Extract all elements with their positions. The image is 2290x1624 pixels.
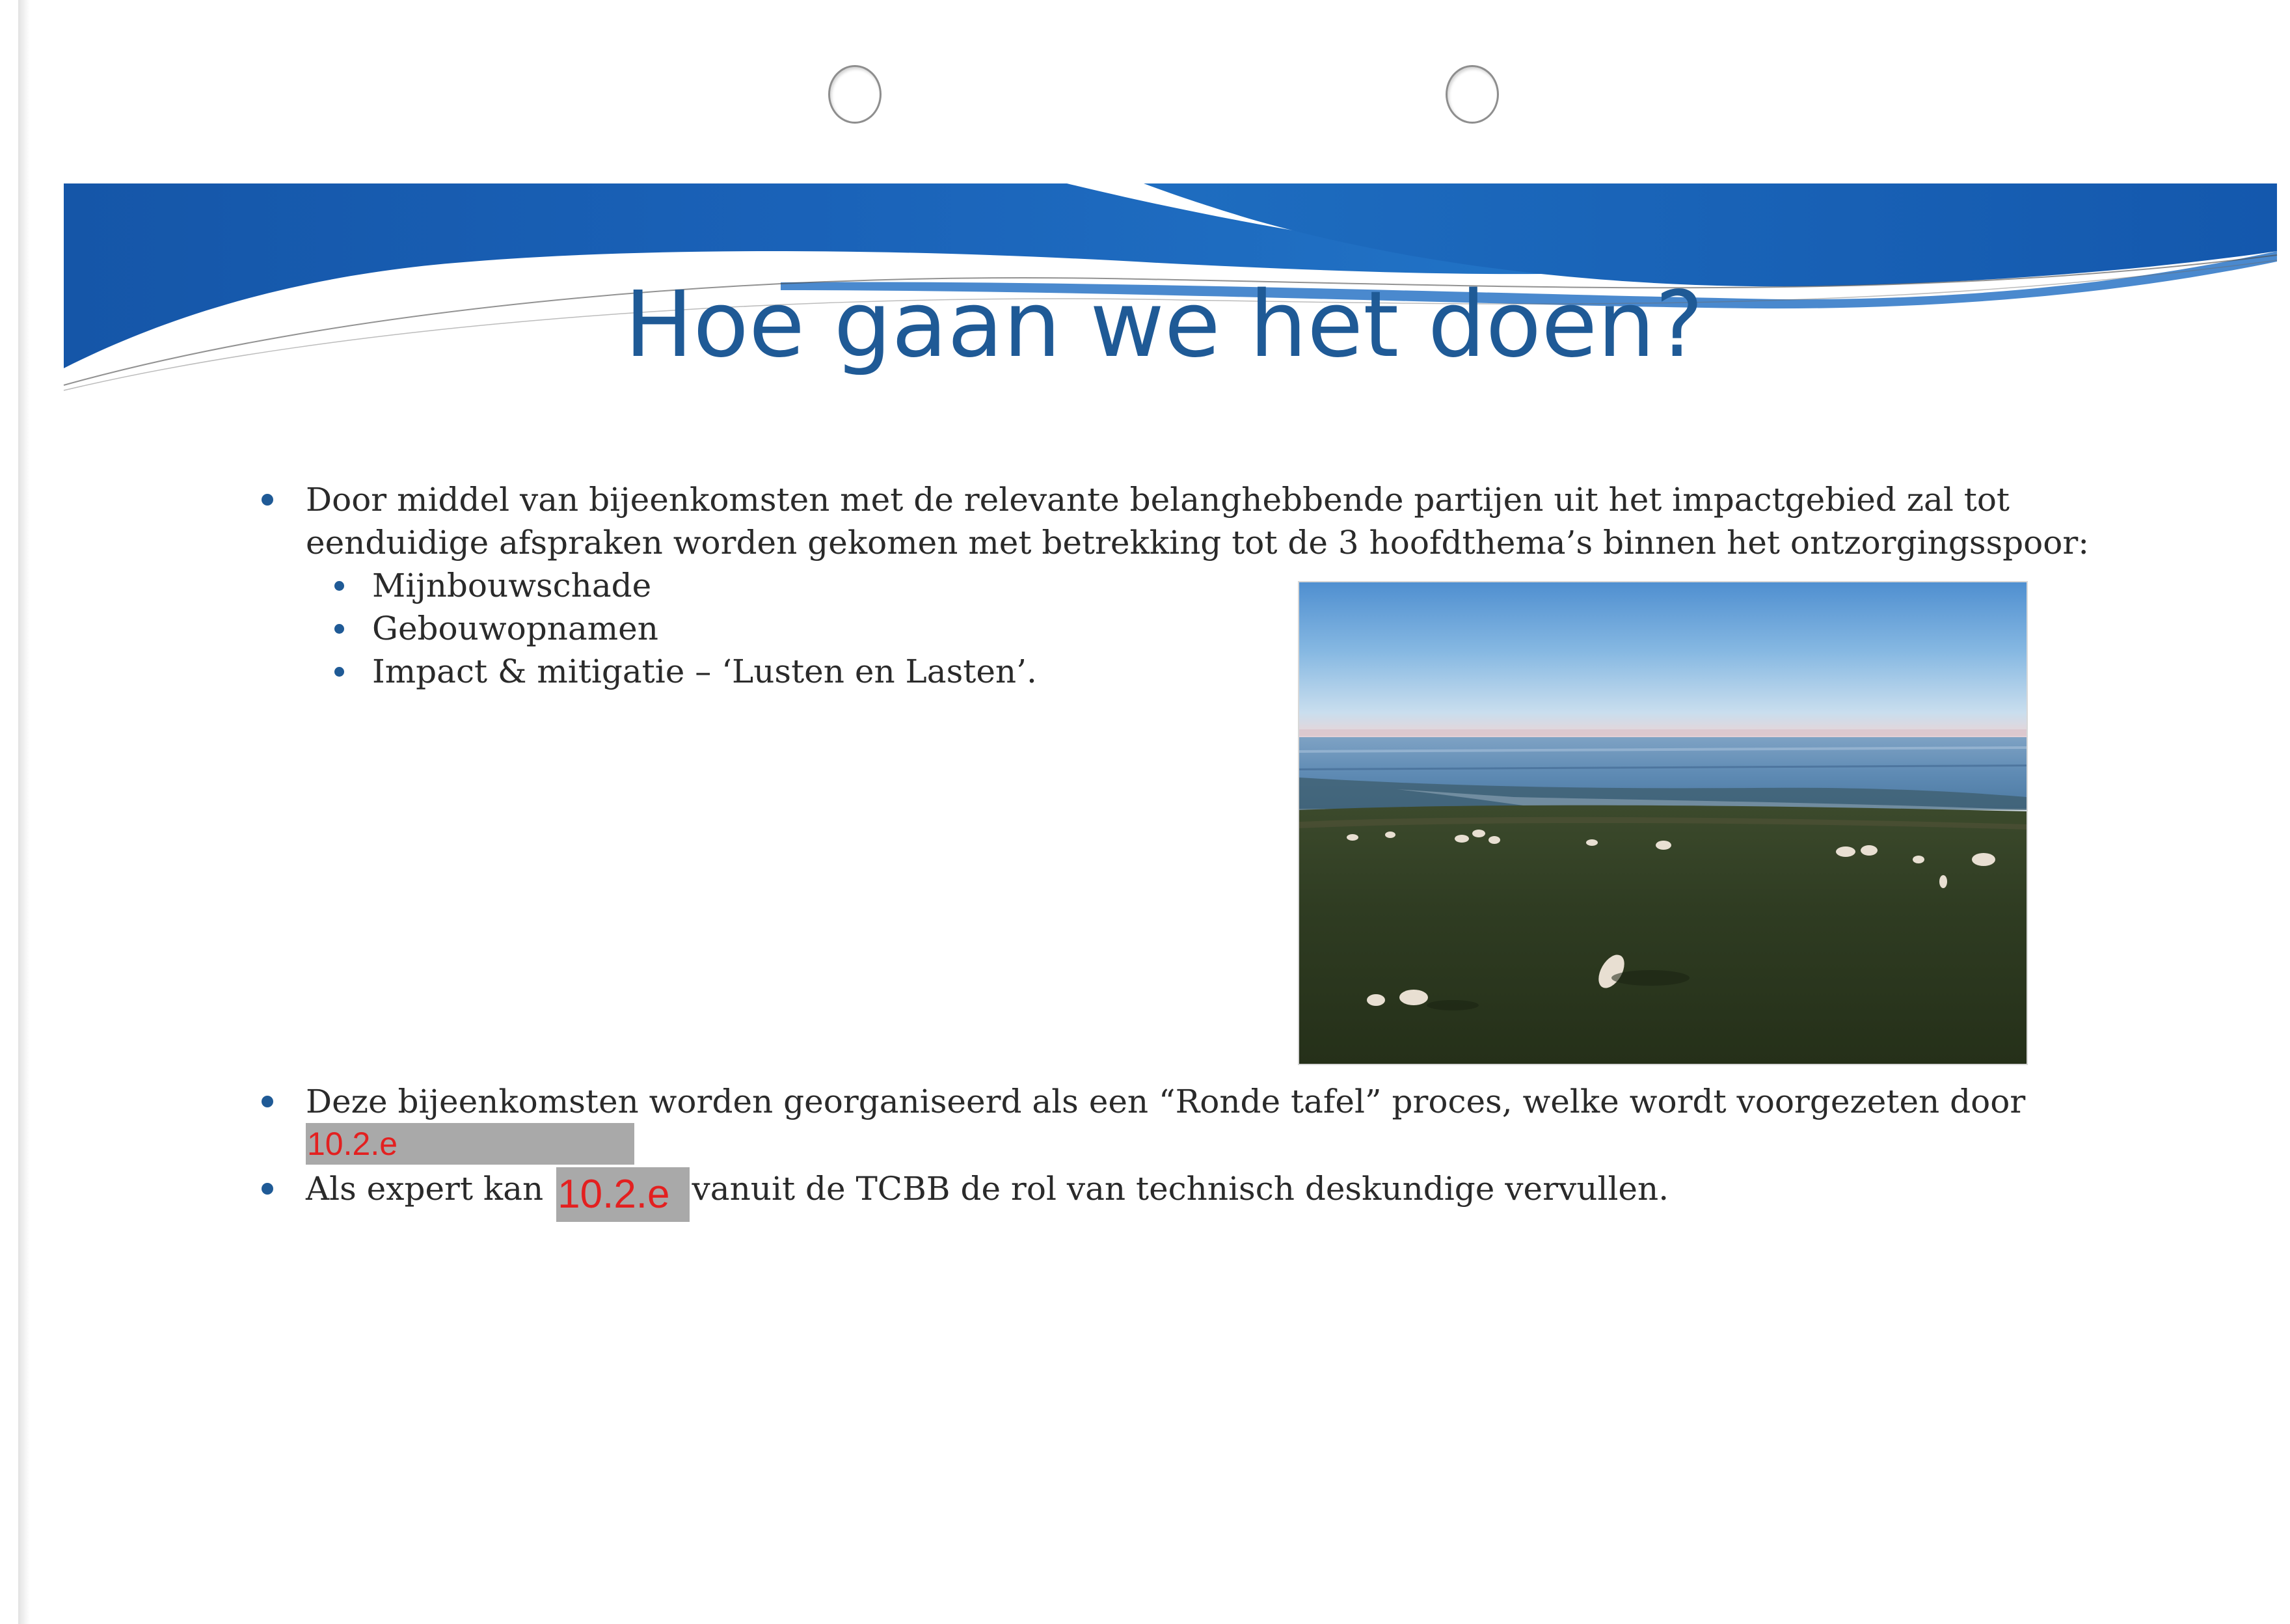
bullet-text-round-table: Deze bijeenkomsten worden georganiseerd … xyxy=(306,1083,2026,1120)
slide-title: Hoe gaan we het doen? xyxy=(625,272,1704,378)
bullet-text-meetings: Door middel van bijeenkomsten met de rel… xyxy=(306,481,2090,562)
bullet-item-expert: Als expert kan 10.2.e vanuit de TCBB de r… xyxy=(262,1167,2179,1222)
redaction-label: 10.2.e xyxy=(556,1167,690,1222)
bullet-text-expert-after: vanuit de TCBB de rol van technisch desk… xyxy=(692,1170,1669,1208)
redaction-label: 10.2.e xyxy=(306,1123,635,1165)
document-page: Hoe gaan we het doen? Door middel van bi… xyxy=(0,0,2290,1624)
bullet-text-expert-before: Als expert kan xyxy=(306,1170,544,1208)
dike-sheep-photo xyxy=(1298,581,2028,1065)
bullet-list-lower: Deze bijeenkomsten worden georganiseerd … xyxy=(262,1080,2179,1222)
bullet-item-round-table: Deze bijeenkomsten worden georganiseerd … xyxy=(262,1080,2179,1166)
